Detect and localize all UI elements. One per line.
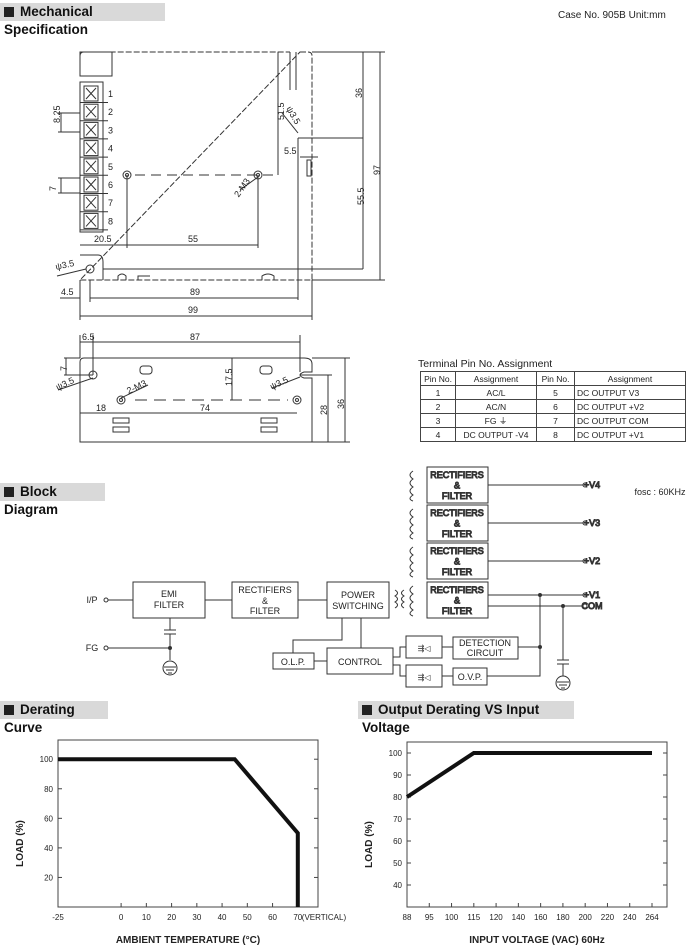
y-tick-label: 80 [393,793,402,802]
charts: -25 0 10 20 30 40 50 60 70 20 40 60 80 100 AMBIENT TEM… [15,739,668,946]
x-tick-label: 50 [243,913,252,922]
x-tick-label: 95 [425,913,434,922]
y-tick-label: 80 [44,785,53,794]
x-tick-label: 0 [119,913,124,922]
x-tick-label: 240 [623,913,637,922]
chart-1: 88 95 100 115 120 140 160 180 200 220 240 264 40 50 60… [364,741,668,946]
x-tick-label: 264 [645,913,659,922]
x-tick-label: 40 [218,913,227,922]
y-tick-label: 60 [393,837,402,846]
x-tick-label: 30 [192,913,201,922]
x-tick-label: 60 [268,913,277,922]
y-tick-label: 40 [393,881,402,890]
y-tick-label: 100 [389,749,403,758]
data-line [58,757,300,907]
plot-frame [57,739,319,908]
x-axis-label: AMBIENT TEMPERATURE (°C) [116,935,260,946]
x-tick-label: 160 [534,913,548,922]
y-tick-label: 50 [393,859,402,868]
x-tick-label: 88 [403,913,412,922]
x-tick-label: 100 [445,913,459,922]
x-tick-label: 20 [167,913,176,922]
y-tick-label: 60 [44,814,53,823]
y-tick-label: 20 [44,873,53,882]
y-axis-label: LOAD (%) [15,820,26,867]
plot-frame [406,741,668,908]
x-tick-label: 10 [142,913,151,922]
x-tick-label: 200 [579,913,593,922]
data-line [405,751,652,799]
x-tick-label: 115 [467,913,480,922]
x-tick-label: 120 [489,913,503,922]
y-axis-label: LOAD (%) [364,821,375,868]
x-tick-label: 220 [601,913,615,922]
x-tick-label: -25 [52,913,64,922]
y-tick-label: 90 [393,771,402,780]
x-tick-label: 180 [556,913,570,922]
x-annotation: (VERTICAL) [302,913,347,922]
x-tick-label: 140 [512,913,526,922]
datasheet-page: Mechanical Specification Case No. 905B U… [0,0,700,947]
chart-0: -25 0 10 20 30 40 50 60 7020406080100AMBIENT TEM… [15,739,347,946]
y-tick-label: 100 [40,755,54,764]
y-tick-label: 40 [44,844,53,853]
y-tick-label: 70 [393,815,402,824]
x-axis-label: INPUT VOLTAGE (VAC) 60Hz [469,935,605,946]
